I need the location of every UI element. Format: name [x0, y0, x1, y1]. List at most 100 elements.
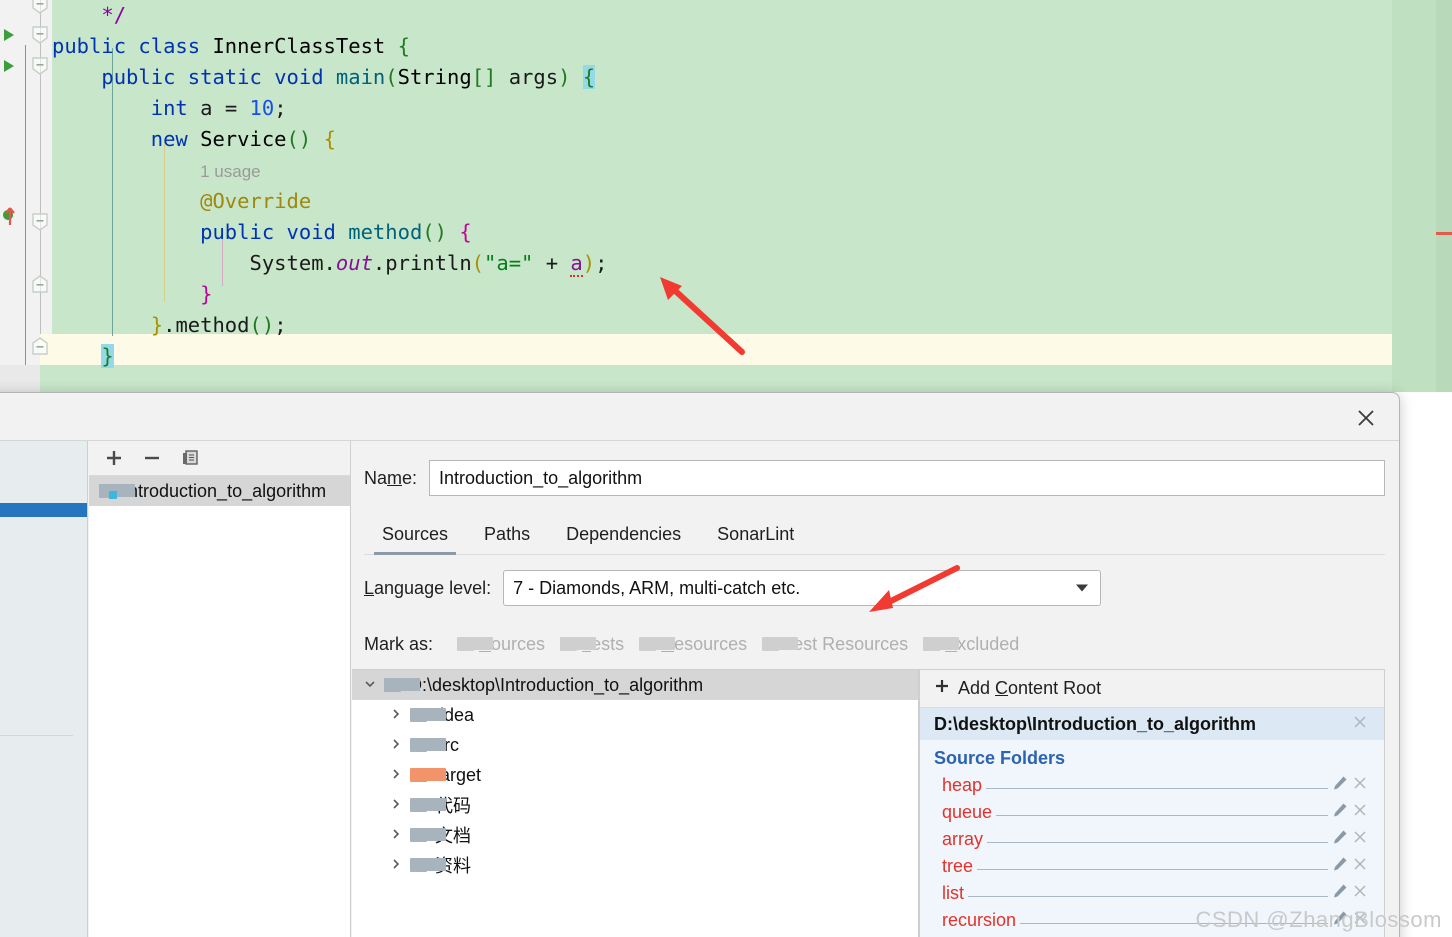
content-root-header[interactable]: D:\desktop\Introduction_to_algorithm — [920, 708, 1384, 740]
project-structure-dialog[interactable]: ructure gs ngs raries — [0, 392, 1400, 937]
remove-source-folder-icon[interactable] — [1350, 883, 1370, 904]
sidebar-item-project[interactable] — [0, 489, 87, 503]
code-line[interactable]: */ — [52, 0, 1392, 31]
code-line[interactable]: new Service() { — [52, 124, 1392, 155]
mark-as-resources-button[interactable]: Resources — [634, 632, 752, 657]
remove-source-folder-icon[interactable] — [1350, 829, 1370, 850]
fold-marker-icon[interactable] — [30, 26, 50, 44]
code-token: a — [187, 96, 225, 120]
modules-toolbar[interactable] — [89, 441, 350, 476]
edit-pencil-icon[interactable] — [1332, 802, 1350, 823]
chevron-down-icon[interactable] — [364, 677, 376, 694]
code-editor[interactable]: */ public class InnerClassTest { public s… — [0, 0, 1452, 392]
minus-icon[interactable] — [141, 447, 163, 469]
fold-marker-icon[interactable] — [30, 57, 50, 75]
mark-as-tests-button[interactable]: Tests — [555, 632, 629, 657]
tree-row[interactable]: src — [352, 730, 918, 760]
mark-as-test-resources-button[interactable]: Test Resources — [757, 632, 913, 657]
fold-marker-icon[interactable] — [30, 0, 50, 14]
tree-root-row[interactable]: D:\desktop\Introduction_to_algorithm — [352, 670, 918, 700]
code-line[interactable]: }.method(); — [52, 310, 1392, 341]
chevron-right-icon[interactable] — [390, 707, 402, 724]
dialog-sidebar[interactable]: gs ngs raries — [0, 441, 88, 937]
code-line[interactable]: int a = 10; — [52, 93, 1392, 124]
chevron-right-icon[interactable] — [390, 827, 402, 844]
source-folder-row[interactable]: array — [920, 826, 1384, 853]
chevron-right-icon[interactable] — [390, 737, 402, 754]
module-list-item[interactable]: Introduction_to_algorithm — [89, 476, 350, 506]
sidebar-item-sdks[interactable] — [0, 655, 87, 689]
source-folder-row[interactable]: list — [920, 880, 1384, 907]
source-folder-rule — [996, 804, 1328, 816]
fold-marker-end-icon[interactable] — [30, 337, 50, 355]
code-line[interactable]: public void method() { — [52, 217, 1392, 248]
chevron-right-icon[interactable] — [390, 767, 402, 784]
source-folder-row[interactable]: heap — [920, 772, 1384, 799]
editor-minimap[interactable] — [1392, 0, 1436, 392]
chevron-right-icon[interactable] — [390, 797, 402, 814]
code-line[interactable]: } — [52, 279, 1392, 310]
run-method-icon[interactable] — [2, 58, 16, 74]
source-folder-row[interactable]: queue — [920, 799, 1384, 826]
mark-as-excluded-button[interactable]: Excluded — [918, 632, 1024, 657]
code-token: 10 — [249, 96, 275, 120]
edit-pencil-icon[interactable] — [1332, 883, 1350, 904]
mark-as-sources-button[interactable]: Sources — [452, 632, 550, 657]
sidebar-item-modules[interactable] — [0, 503, 87, 517]
edit-pencil-icon[interactable] — [1332, 856, 1350, 877]
content-roots-panel[interactable]: Add Content Root D:\desktop\Introduction… — [919, 669, 1385, 937]
module-name-input[interactable]: Introduction_to_algorithm — [429, 460, 1385, 496]
sidebar-item-libraries[interactable] — [0, 517, 87, 551]
tab-sonarlint[interactable]: SonarLint — [699, 520, 812, 554]
source-folders-title: Source Folders — [934, 748, 1066, 768]
code-line[interactable]: } — [52, 341, 1392, 372]
remove-content-root-icon[interactable] — [1350, 714, 1370, 735]
code-token: [] — [471, 65, 497, 89]
source-folder-row[interactable]: tree — [920, 853, 1384, 880]
tab-dependencies[interactable]: Dependencies — [548, 520, 699, 554]
tree-row[interactable]: 资料 — [352, 850, 918, 880]
copy-icon[interactable] — [179, 447, 201, 469]
code-token: } — [150, 313, 164, 337]
content-root-file-tree[interactable]: D:\desktop\Introduction_to_algorithm .id… — [352, 669, 919, 937]
code-line[interactable]: System.out.println("a=" + a); — [52, 248, 1392, 279]
add-content-root-button[interactable]: Add Content Root — [920, 670, 1384, 708]
code-line[interactable]: public class InnerClassTest { — [52, 31, 1392, 62]
remove-source-folder-icon[interactable] — [1350, 910, 1370, 931]
editor-marker-gutter[interactable] — [1436, 0, 1452, 392]
tab-paths[interactable]: Paths — [466, 520, 548, 554]
tree-row[interactable]: target — [352, 760, 918, 790]
edit-pencil-icon[interactable] — [1332, 910, 1350, 931]
language-level-select[interactable]: 7 - Diamonds, ARM, multi-catch etc. — [503, 570, 1102, 606]
code-text[interactable]: */ public class InnerClassTest { public s… — [52, 0, 1392, 392]
code-token: "a=" — [484, 251, 534, 275]
fold-marker-icon[interactable] — [30, 213, 50, 231]
remove-source-folder-icon[interactable] — [1350, 856, 1370, 877]
plus-icon[interactable] — [103, 447, 125, 469]
sidebar-item-facets[interactable] — [0, 551, 87, 585]
chevron-right-icon[interactable] — [390, 857, 402, 874]
close-icon[interactable] — [1353, 405, 1379, 431]
tab-sources[interactable]: Sources — [364, 520, 466, 555]
remove-source-folder-icon[interactable] — [1350, 775, 1370, 796]
edit-pencil-icon[interactable] — [1332, 775, 1350, 796]
code-line[interactable]: public static void main(String[] args) { — [52, 62, 1392, 93]
edit-pencil-icon[interactable] — [1332, 829, 1350, 850]
fold-marker-end-icon[interactable] — [30, 275, 50, 293]
remove-source-folder-icon[interactable] — [1350, 802, 1370, 823]
tree-row[interactable]: .idea — [352, 700, 918, 730]
code-line[interactable]: 1 usage — [52, 155, 1392, 186]
run-class-icon[interactable] — [2, 27, 16, 43]
error-marker[interactable] — [1436, 232, 1452, 235]
sidebar-item-global-libraries[interactable]: raries — [0, 689, 87, 723]
tree-row[interactable]: 代码 — [352, 790, 918, 820]
modules-panel[interactable]: Introduction_to_algorithm — [89, 441, 351, 937]
settings-tabs[interactable]: Sources Paths Dependencies SonarLint — [364, 515, 1385, 555]
tree-row[interactable]: 文档 — [352, 820, 918, 850]
sidebar-item-artifacts[interactable] — [0, 585, 87, 619]
code-line[interactable]: @Override — [52, 186, 1392, 217]
inspection-arrow-icon[interactable] — [0, 205, 18, 225]
source-folder-row[interactable]: recursion — [920, 907, 1384, 934]
